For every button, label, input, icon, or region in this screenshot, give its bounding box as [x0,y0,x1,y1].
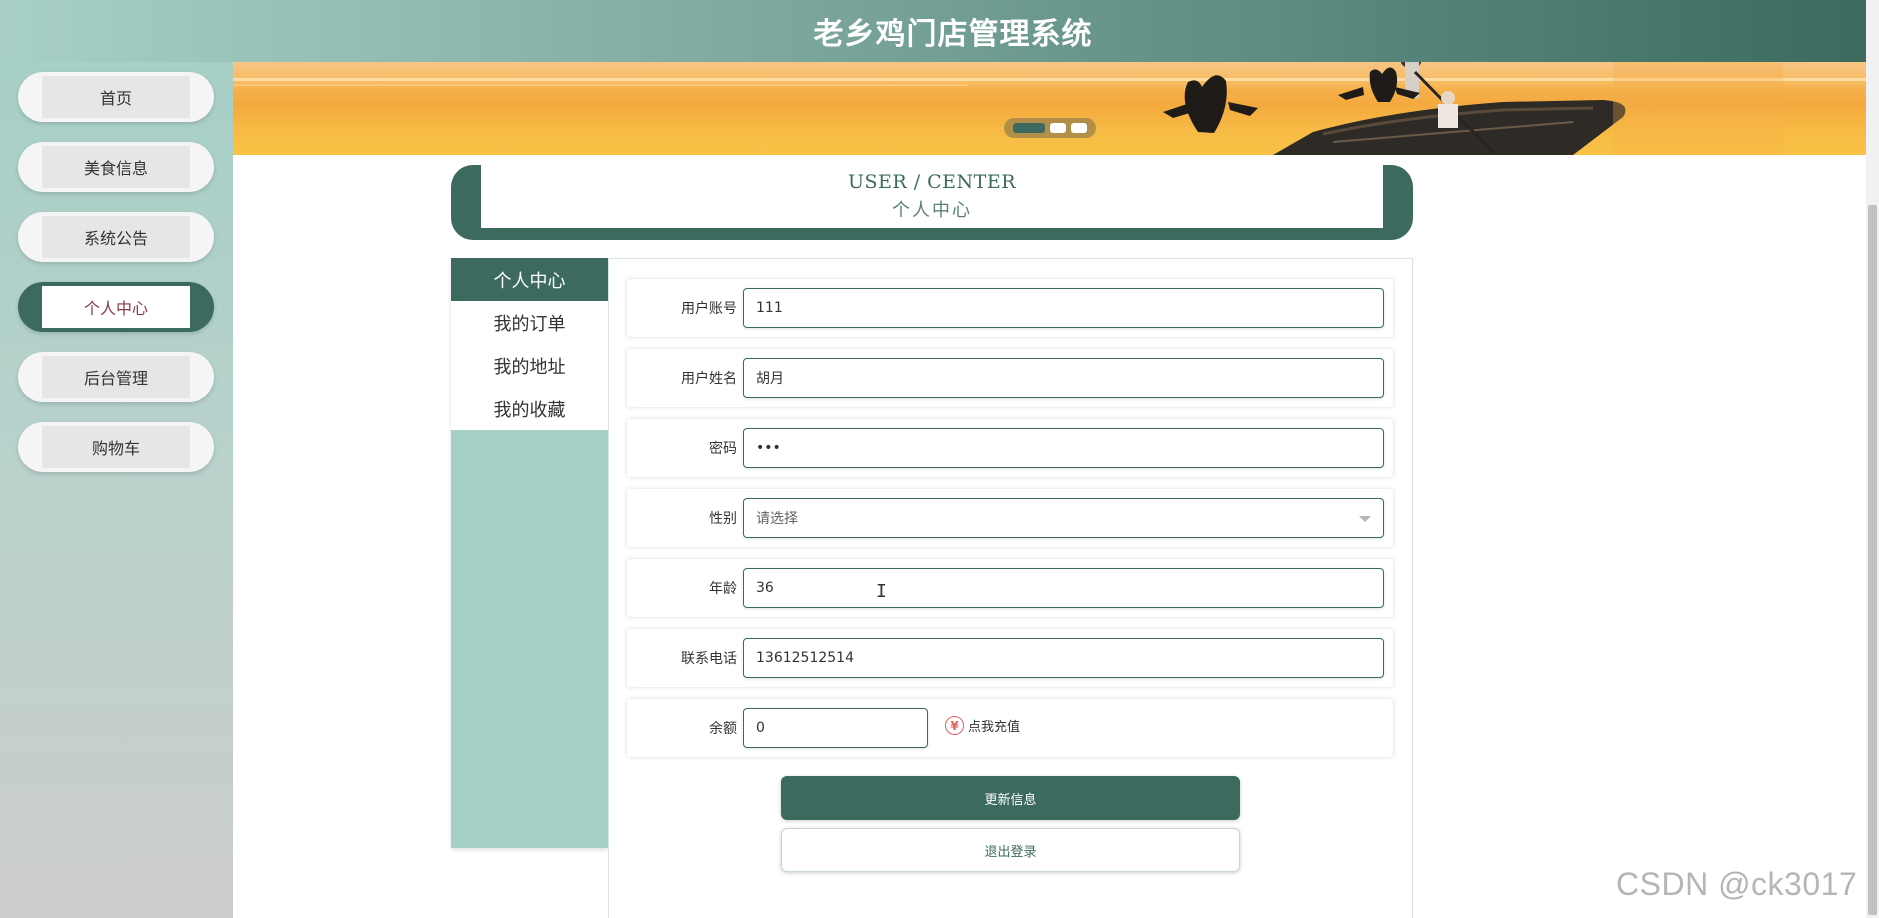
carousel-dot[interactable] [1071,123,1087,133]
menu-item-my-address[interactable]: 我的地址 [451,344,608,387]
user-center-menu: 个人中心 我的订单 我的地址 我的收藏 [451,258,608,848]
nav-item-admin[interactable]: 后台管理 [18,352,214,402]
nav-item-cart[interactable]: 购物车 [18,422,214,472]
section-title-en: USER / CENTER [847,171,1017,193]
menu-item-my-favorites[interactable]: 我的收藏 [451,387,608,430]
text-cursor-icon: I [876,581,887,602]
password-input[interactable] [743,428,1384,468]
nav-item-label: 个人中心 [42,286,190,328]
phone-label: 联系电话 [681,651,737,667]
name-input[interactable] [743,358,1384,398]
nav-item-food-info[interactable]: 美食信息 [18,142,214,192]
carousel-dot[interactable] [1013,123,1045,133]
boat-image [1163,62,1783,155]
menu-item-my-orders[interactable]: 我的订单 [451,301,608,344]
menu-item-user-center[interactable]: 个人中心 [451,258,608,301]
carousel-indicator [1004,118,1096,138]
gender-select[interactable]: 请选择 [743,498,1384,538]
app-title: 老乡鸡门店管理系统 [813,17,1093,52]
nav-item-label: 美食信息 [42,146,190,188]
nav-item-user-center[interactable]: 个人中心 [18,282,214,332]
chevron-down-icon [1359,516,1371,522]
gender-label: 性别 [709,511,737,527]
name-label: 用户姓名 [681,371,737,387]
age-label: 年龄 [709,581,737,597]
form-row-password: 密码 [627,419,1393,477]
banner-streak [233,84,968,86]
nav-item-label: 系统公告 [42,216,190,258]
update-info-button[interactable]: 更新信息 [781,776,1240,820]
section-title-inner: USER / CENTER 个人中心 [481,165,1383,228]
yen-icon: ¥ [945,716,964,735]
nav-item-label: 首页 [42,76,190,118]
scrollbar-thumb[interactable] [1868,205,1877,915]
form-row-age: 年龄 [627,559,1393,617]
main-sidebar: 首页 美食信息 系统公告 个人中心 后台管理 购物车 [0,62,233,918]
password-label: 密码 [709,441,737,457]
nav-item-announcements[interactable]: 系统公告 [18,212,214,262]
watermark: CSDN @ck3017 [1616,866,1858,902]
carousel-dot[interactable] [1050,123,1066,133]
banner-carousel [233,62,1866,155]
app-header: 老乡鸡门店管理系统 [0,0,1866,62]
form-row-account: 用户账号 [627,279,1393,337]
user-center-menu-list: 个人中心 我的订单 我的地址 我的收藏 [451,258,608,430]
phone-input[interactable] [743,638,1384,678]
balance-label: 余额 [709,721,737,737]
recharge-link[interactable]: ¥ 点我充值 [945,716,1020,735]
account-input[interactable] [743,288,1384,328]
logout-button[interactable]: 退出登录 [781,828,1240,872]
age-input[interactable] [743,568,1384,608]
recharge-label: 点我充值 [968,720,1021,735]
form-row-balance: 余额 ¥ 点我充值 [627,699,1393,757]
section-title-box: USER / CENTER 个人中心 [451,165,1413,240]
profile-form: 用户账号 用户姓名 密码 性别 请选择 年龄 联系电话 余额 ¥ 点我充值 更新… [608,258,1413,918]
nav-item-home[interactable]: 首页 [18,72,214,122]
form-row-gender: 性别 请选择 [627,489,1393,547]
form-row-phone: 联系电话 [627,629,1393,687]
gender-select-placeholder: 请选择 [756,511,798,527]
section-title-cn: 个人中心 [892,200,972,221]
form-row-name: 用户姓名 [627,349,1393,407]
account-label: 用户账号 [681,301,737,317]
nav-item-label: 购物车 [42,426,190,468]
balance-input[interactable] [743,708,928,748]
nav-item-label: 后台管理 [42,356,190,398]
